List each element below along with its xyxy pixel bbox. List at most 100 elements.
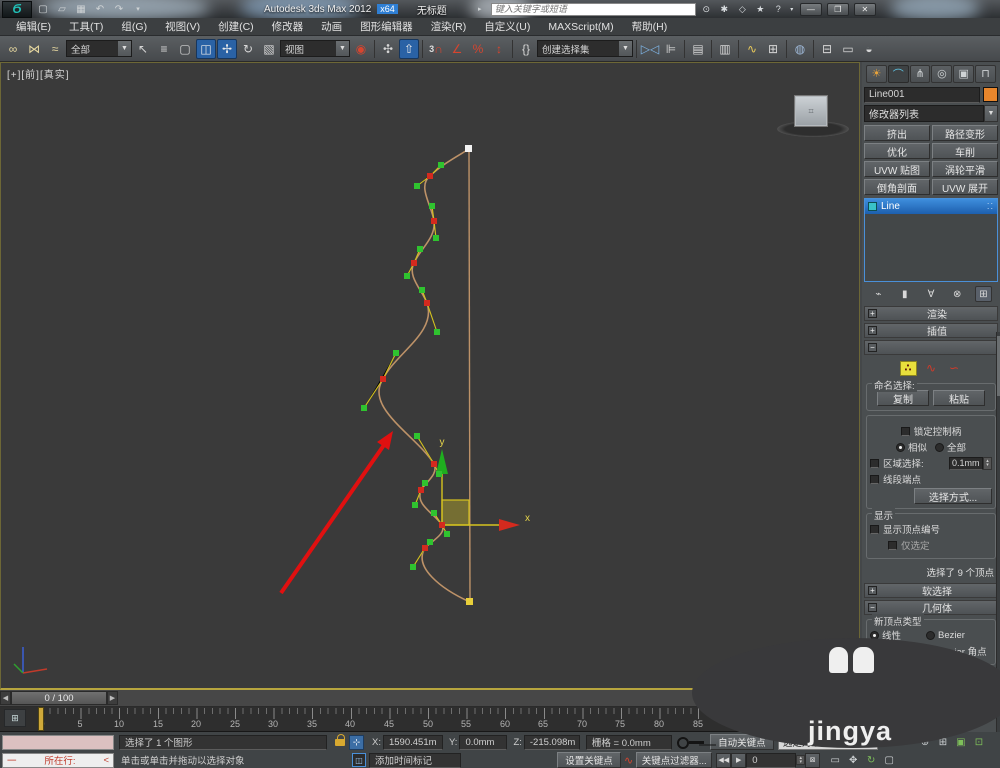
orbit-icon[interactable]: ↻ bbox=[862, 752, 880, 768]
previous-frame-icon[interactable]: ◀ bbox=[0, 691, 11, 705]
current-frame-field[interactable]: 0 bbox=[746, 752, 797, 768]
set-key-icon[interactable] bbox=[676, 736, 706, 749]
close-button[interactable]: ✕ bbox=[853, 2, 876, 16]
menu-group[interactable]: 组(G) bbox=[113, 17, 155, 36]
percent-snap-icon[interactable]: % bbox=[468, 39, 488, 59]
rectangular-selection-region-icon[interactable]: ▢ bbox=[175, 39, 195, 59]
zoom-extents-icon[interactable]: ▣ bbox=[952, 734, 970, 750]
lock-handles-checkbox[interactable] bbox=[900, 426, 910, 436]
select-and-link-icon[interactable]: ∞ bbox=[3, 39, 23, 59]
graphite-ribbon-icon[interactable]: ▥ bbox=[715, 39, 735, 59]
use-pivot-center-icon[interactable]: ◉ bbox=[351, 39, 371, 59]
subscription-icon[interactable]: ✱ bbox=[717, 3, 732, 16]
copy-button[interactable]: 复制 bbox=[877, 390, 929, 406]
select-by-button[interactable]: 选择方式... bbox=[914, 488, 992, 504]
unlink-selection-icon[interactable]: ⋈ bbox=[24, 39, 44, 59]
material-editor-icon[interactable]: ◍ bbox=[790, 39, 810, 59]
show-vertex-numbers-checkbox[interactable] bbox=[870, 524, 879, 534]
select-object-icon[interactable]: ↖ bbox=[133, 39, 153, 59]
menu-create[interactable]: 创建(C) bbox=[210, 17, 262, 36]
pan-hand-icon[interactable]: ✥ bbox=[844, 752, 862, 768]
window-crossing-toggle-icon[interactable]: ◫ bbox=[196, 38, 216, 59]
area-selection-checkbox[interactable] bbox=[870, 458, 879, 468]
hierarchy-tab-icon[interactable]: ⋔ bbox=[909, 64, 931, 83]
minimize-button[interactable]: — bbox=[799, 2, 822, 16]
help-icon[interactable]: ? bbox=[771, 3, 786, 16]
align-icon[interactable]: ⊫ bbox=[661, 39, 681, 59]
next-frame-icon[interactable]: ▶ bbox=[107, 691, 118, 705]
utilities-tab-icon[interactable]: ⊓ bbox=[975, 64, 996, 83]
time-configuration-icon[interactable]: ⊠ bbox=[805, 752, 821, 768]
rollout-soft-selection[interactable]: + 软选择 bbox=[864, 583, 998, 598]
modifier-list-dropdown[interactable]: 修改器列表 ▼ bbox=[864, 105, 998, 122]
display-tab-icon[interactable]: ▣ bbox=[953, 64, 975, 83]
create-tab-icon[interactable]: ☀ bbox=[866, 64, 887, 83]
key-filters-button[interactable]: 关键点过滤器... bbox=[636, 752, 713, 768]
bezier-radio[interactable] bbox=[926, 630, 935, 640]
configure-modifier-sets-icon[interactable]: ⊞ bbox=[975, 286, 992, 302]
play-icon[interactable]: ▶ bbox=[731, 752, 747, 768]
mirror-icon[interactable]: ▷◁ bbox=[640, 39, 660, 59]
maxscript-listener-line[interactable]: 一 所在行: < bbox=[2, 752, 114, 768]
angle-snap-icon[interactable]: ∠ bbox=[447, 39, 467, 59]
new-file-icon[interactable]: ▢ bbox=[35, 2, 51, 16]
optimize-button[interactable]: 优化 bbox=[864, 143, 930, 159]
open-file-icon[interactable]: ▱ bbox=[54, 2, 70, 16]
uvw-map-button[interactable]: UVW 贴图 bbox=[864, 161, 930, 177]
menu-views[interactable]: 视图(V) bbox=[157, 17, 208, 36]
current-frame-marker[interactable] bbox=[38, 707, 44, 731]
maximize-button[interactable]: ❐ bbox=[826, 2, 849, 16]
motion-tab-icon[interactable]: ◎ bbox=[931, 64, 953, 83]
menu-help[interactable]: 帮助(H) bbox=[624, 17, 676, 36]
z-coordinate-field[interactable]: -215.098m bbox=[523, 734, 580, 750]
bind-to-space-warp-icon[interactable]: ≈ bbox=[45, 39, 65, 59]
set-key-button[interactable]: 设置关键点 bbox=[557, 752, 621, 768]
segment-level-icon[interactable]: ∿ bbox=[923, 361, 940, 376]
rendered-frame-window-icon[interactable]: ▭ bbox=[838, 39, 858, 59]
modifier-stack[interactable]: Line ⁚⁚ bbox=[864, 198, 998, 282]
selection-filter-dropdown[interactable]: 全部 ▼ bbox=[66, 40, 132, 57]
make-unique-icon[interactable]: ∀ bbox=[923, 286, 940, 302]
object-color-swatch[interactable] bbox=[983, 87, 998, 102]
bevel-profile-button[interactable]: 倒角剖面 bbox=[864, 179, 930, 195]
segment-end-checkbox[interactable] bbox=[870, 474, 879, 484]
zoom-extents-all-icon[interactable]: ⊡ bbox=[970, 734, 988, 750]
app-logo-icon[interactable]: Ϭ bbox=[2, 0, 32, 18]
search-input[interactable] bbox=[490, 2, 696, 16]
select-and-manipulate-icon[interactable]: ✣ bbox=[378, 39, 398, 59]
select-by-name-icon[interactable]: ≡ bbox=[154, 39, 174, 59]
extrude-button[interactable]: 挤出 bbox=[864, 125, 930, 141]
search-expand-icon[interactable]: ▸ bbox=[472, 2, 488, 16]
isolate-selection-icon[interactable]: ◫ bbox=[352, 753, 366, 767]
x-coordinate-field[interactable]: 1590.451m bbox=[382, 734, 443, 750]
time-slider-handle[interactable]: 0 / 100 bbox=[11, 691, 107, 705]
menu-edit[interactable]: 编辑(E) bbox=[8, 17, 59, 36]
front-viewport[interactable]: [+][前][真实] ⌗ y x bbox=[0, 62, 860, 690]
object-name-field[interactable]: Line001 bbox=[864, 86, 980, 103]
select-and-scale-icon[interactable]: ▧ bbox=[259, 39, 279, 59]
zoom-region-icon[interactable]: ▭ bbox=[826, 752, 844, 768]
all-radio[interactable] bbox=[935, 442, 944, 452]
selected-only-checkbox[interactable] bbox=[888, 540, 897, 550]
edit-named-selection-sets-icon[interactable]: {} bbox=[516, 39, 536, 59]
snap-toggle-3d-icon[interactable]: 3 ∩ bbox=[426, 39, 446, 59]
named-selection-sets-dropdown[interactable]: 创建选择集 ▼ bbox=[537, 40, 633, 57]
menu-customize[interactable]: 自定义(U) bbox=[476, 17, 538, 36]
menu-tools[interactable]: 工具(T) bbox=[61, 17, 111, 36]
selection-lock-icon[interactable] bbox=[335, 733, 345, 746]
modify-tab-icon[interactable]: ⌒ bbox=[887, 64, 909, 83]
menu-graph-editors[interactable]: 图形编辑器 bbox=[352, 17, 421, 36]
area-threshold-spinner[interactable]: 0.1mm ▴ ▾ bbox=[949, 456, 992, 470]
stack-item-line[interactable]: Line ⁚⁚ bbox=[865, 199, 997, 214]
curve-editor-icon[interactable]: ∿ bbox=[742, 39, 762, 59]
maxscript-mini-listener-pink[interactable] bbox=[2, 734, 114, 750]
rollout-geometry[interactable]: − 几何体 bbox=[864, 600, 998, 615]
uvw-unwrap-button[interactable]: UVW 展开 bbox=[932, 179, 998, 195]
spinner-snap-icon[interactable]: ↕ bbox=[489, 39, 509, 59]
new-key-tangent-icon[interactable]: ∿ bbox=[624, 754, 633, 767]
pin-stack-icon[interactable]: ⌁ bbox=[870, 286, 887, 302]
rollout-rendering[interactable]: + 渲染 bbox=[864, 306, 998, 321]
menu-modifiers[interactable]: 修改器 bbox=[264, 17, 312, 36]
undo-icon[interactable]: ↶ bbox=[92, 2, 108, 16]
paste-button[interactable]: 粘贴 bbox=[933, 390, 985, 406]
